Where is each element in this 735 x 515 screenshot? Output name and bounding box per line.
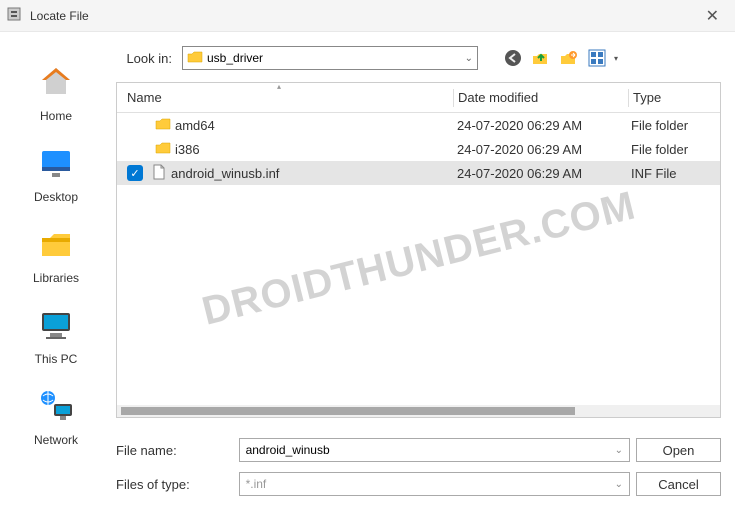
network-icon [36, 386, 76, 429]
new-folder-button[interactable] [558, 47, 580, 69]
column-header-date[interactable]: Date modified [454, 90, 628, 105]
scrollbar-thumb[interactable] [121, 407, 575, 415]
sidebar-label-thispc: This PC [35, 352, 78, 366]
file-date: 24-07-2020 06:29 AM [453, 118, 627, 133]
titlebar: Locate File ✕ [0, 0, 735, 32]
home-icon [36, 62, 76, 105]
back-button[interactable] [502, 47, 524, 69]
folder-icon [187, 49, 207, 68]
filetype-value: *.inf [246, 477, 267, 491]
sidebar-item-thispc[interactable]: This PC [16, 305, 96, 366]
filetype-label: Files of type: [116, 477, 233, 492]
file-type: INF File [627, 166, 720, 181]
column-header-type[interactable]: Type [629, 90, 720, 105]
folder-icon [155, 140, 171, 159]
sidebar-item-home[interactable]: Home [16, 62, 96, 123]
file-date: 24-07-2020 06:29 AM [453, 142, 627, 157]
file-list-body: amd64 24-07-2020 06:29 AM File folder i3… [117, 113, 720, 405]
file-date: 24-07-2020 06:29 AM [453, 166, 627, 181]
horizontal-scrollbar[interactable] [117, 405, 720, 417]
filename-label: File name: [116, 443, 233, 458]
sidebar-item-network[interactable]: Network [16, 386, 96, 447]
file-list-header: ▴ Name Date modified Type [117, 83, 720, 113]
file-icon [151, 164, 167, 183]
sidebar-label-libraries: Libraries [33, 271, 79, 285]
watermark: DROIDTHUNDER.COM [197, 183, 640, 334]
up-one-level-button[interactable] [530, 47, 552, 69]
file-type: File folder [627, 142, 720, 157]
desktop-icon [36, 143, 76, 186]
lookin-select[interactable]: usb_driver ⌄ [182, 46, 478, 70]
view-menu-dropdown[interactable]: ▾ [614, 47, 624, 69]
lookin-label: Look in: [112, 51, 172, 66]
file-name: i386 [175, 142, 200, 157]
sidebar-item-libraries[interactable]: Libraries [16, 224, 96, 285]
libraries-icon [36, 224, 76, 267]
sort-indicator-icon: ▴ [277, 82, 281, 91]
file-list: ▴ Name Date modified Type amd64 24-07 [116, 82, 721, 418]
filename-value: android_winusb [246, 443, 330, 457]
lookin-value: usb_driver [207, 51, 263, 65]
sidebar-item-desktop[interactable]: Desktop [16, 143, 96, 204]
filetype-select[interactable]: *.inf ⌄ [239, 472, 630, 496]
file-name: android_winusb.inf [171, 166, 279, 181]
window-title: Locate File [30, 9, 89, 23]
view-menu-button[interactable] [586, 47, 608, 69]
places-sidebar: Home Desktop Libraries This PC Network [0, 32, 112, 430]
chevron-down-icon: ⌄ [615, 479, 623, 490]
sidebar-label-network: Network [34, 433, 78, 447]
thispc-icon [36, 305, 76, 348]
filename-input[interactable]: android_winusb ⌄ [239, 438, 630, 462]
row-checkbox[interactable]: ✓ [127, 165, 143, 181]
column-header-name[interactable]: Name [117, 90, 453, 105]
file-type: File folder [627, 118, 720, 133]
file-row[interactable]: i386 24-07-2020 06:29 AM File folder [117, 137, 720, 161]
app-icon [6, 6, 22, 25]
sidebar-label-desktop: Desktop [34, 190, 78, 204]
folder-icon [155, 116, 171, 135]
file-name: amd64 [175, 118, 215, 133]
chevron-down-icon: ⌄ [465, 53, 473, 64]
lookin-row: Look in: usb_driver ⌄ [112, 32, 721, 82]
file-row[interactable]: amd64 24-07-2020 06:29 AM File folder [117, 113, 720, 137]
chevron-down-icon: ⌄ [615, 445, 623, 456]
file-row[interactable]: ✓ android_winusb.inf 24-07-2020 06:29 AM… [117, 161, 720, 185]
close-button[interactable]: ✕ [696, 2, 729, 30]
sidebar-label-home: Home [40, 109, 72, 123]
open-button[interactable]: Open [636, 438, 721, 462]
cancel-button[interactable]: Cancel [636, 472, 721, 496]
